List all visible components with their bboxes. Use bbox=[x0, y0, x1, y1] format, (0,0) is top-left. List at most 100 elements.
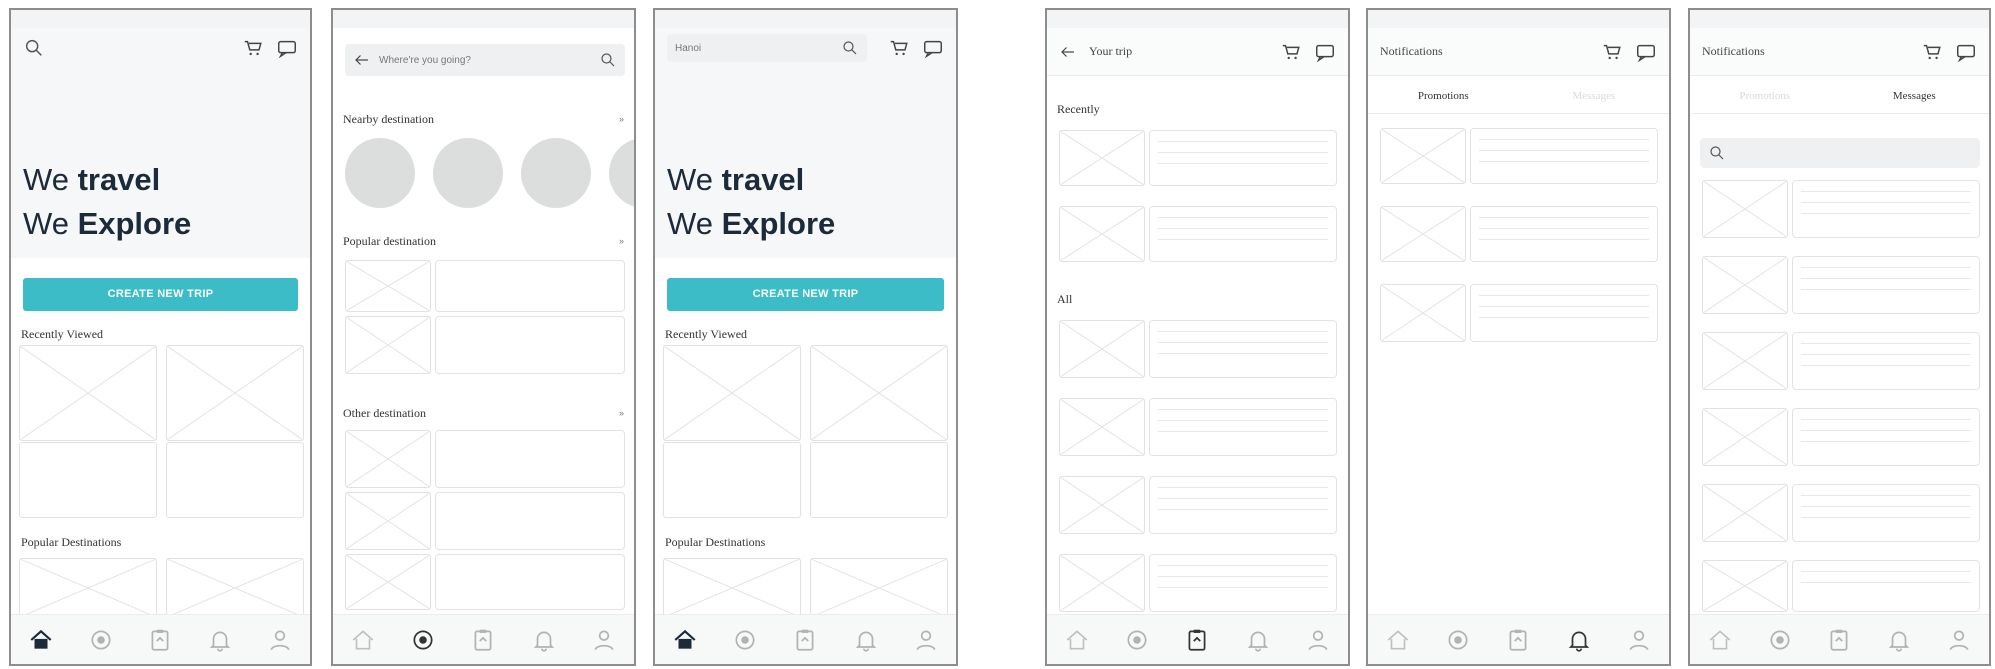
msg-thumb-5[interactable] bbox=[1702, 484, 1788, 542]
other-thumb-1[interactable] bbox=[345, 430, 431, 488]
other-text-3[interactable] bbox=[435, 554, 625, 610]
back-arrow-icon[interactable] bbox=[353, 51, 371, 69]
cart-icon[interactable] bbox=[1280, 41, 1302, 63]
promo-thumb-3[interactable] bbox=[1380, 284, 1466, 342]
home-icon[interactable] bbox=[672, 627, 698, 653]
other-thumb-2[interactable] bbox=[345, 492, 431, 550]
search-input[interactable]: Hanoi bbox=[667, 34, 867, 62]
bell-icon[interactable] bbox=[853, 627, 879, 653]
cart-icon[interactable] bbox=[1601, 41, 1623, 63]
trip-icon[interactable] bbox=[1826, 627, 1852, 653]
msg-thumb-4[interactable] bbox=[1702, 408, 1788, 466]
popular-card-2[interactable] bbox=[810, 558, 948, 618]
explore-icon[interactable] bbox=[1124, 627, 1150, 653]
all-thumb-4[interactable] bbox=[1059, 554, 1145, 612]
chat-icon[interactable] bbox=[276, 37, 298, 59]
explore-icon[interactable] bbox=[88, 627, 114, 653]
trip-icon[interactable] bbox=[792, 627, 818, 653]
bell-icon[interactable] bbox=[1245, 627, 1271, 653]
popular-text-1[interactable] bbox=[435, 260, 625, 312]
home-icon[interactable] bbox=[1707, 627, 1733, 653]
home-icon[interactable] bbox=[350, 627, 376, 653]
create-new-trip-button[interactable]: CREATE NEW TRIP bbox=[667, 278, 944, 311]
home-icon[interactable] bbox=[28, 627, 54, 653]
chat-icon[interactable] bbox=[1314, 41, 1336, 63]
recent-card-1[interactable] bbox=[663, 345, 801, 441]
profile-icon[interactable] bbox=[267, 627, 293, 653]
tab-messages[interactable]: Messages bbox=[1840, 78, 1990, 113]
profile-icon[interactable] bbox=[1946, 627, 1972, 653]
profile-icon[interactable] bbox=[1305, 627, 1331, 653]
recent-card-4[interactable] bbox=[810, 442, 948, 518]
popular-more-link[interactable]: » bbox=[619, 236, 624, 246]
msg-text-4[interactable] bbox=[1792, 408, 1980, 466]
bell-icon[interactable] bbox=[1566, 627, 1592, 653]
recent-card-3[interactable] bbox=[19, 442, 157, 518]
bell-icon[interactable] bbox=[207, 627, 233, 653]
all-text-3[interactable] bbox=[1149, 476, 1337, 534]
search-icon[interactable] bbox=[841, 39, 859, 57]
other-more-link[interactable]: » bbox=[619, 408, 624, 418]
trip-icon[interactable] bbox=[147, 627, 173, 653]
msg-text-3[interactable] bbox=[1792, 332, 1980, 390]
promo-text-1[interactable] bbox=[1470, 128, 1658, 184]
other-text-2[interactable] bbox=[435, 492, 625, 550]
all-thumb-1[interactable] bbox=[1059, 320, 1145, 378]
nearby-more-link[interactable]: » bbox=[619, 114, 624, 124]
msg-thumb-6[interactable] bbox=[1702, 560, 1788, 612]
recent-card-3[interactable] bbox=[663, 442, 801, 518]
recent-card-1[interactable] bbox=[19, 345, 157, 441]
recent-card-2[interactable] bbox=[166, 345, 304, 441]
nearby-circle-3[interactable] bbox=[521, 138, 591, 208]
popular-thumb-1[interactable] bbox=[345, 260, 431, 312]
bell-icon[interactable] bbox=[531, 627, 557, 653]
msg-text-1[interactable] bbox=[1792, 180, 1980, 238]
tab-promotions[interactable]: Promotions bbox=[1368, 78, 1519, 113]
msg-text-5[interactable] bbox=[1792, 484, 1980, 542]
home-icon[interactable] bbox=[1064, 627, 1090, 653]
popular-card-1[interactable] bbox=[19, 558, 157, 618]
explore-icon[interactable] bbox=[732, 627, 758, 653]
cart-icon[interactable] bbox=[242, 37, 264, 59]
messages-search-input[interactable] bbox=[1700, 138, 1980, 168]
home-icon[interactable] bbox=[1385, 627, 1411, 653]
recent-thumb-2[interactable] bbox=[1059, 206, 1145, 262]
bell-icon[interactable] bbox=[1886, 627, 1912, 653]
all-thumb-2[interactable] bbox=[1059, 398, 1145, 456]
popular-card-2[interactable] bbox=[166, 558, 304, 618]
explore-icon[interactable] bbox=[1445, 627, 1471, 653]
trip-icon[interactable] bbox=[470, 627, 496, 653]
other-thumb-3[interactable] bbox=[345, 554, 431, 610]
trip-icon[interactable] bbox=[1184, 627, 1210, 653]
all-thumb-3[interactable] bbox=[1059, 476, 1145, 534]
popular-thumb-2[interactable] bbox=[345, 316, 431, 374]
recent-card-4[interactable] bbox=[166, 442, 304, 518]
promo-text-2[interactable] bbox=[1470, 206, 1658, 262]
nearby-circle-4[interactable] bbox=[609, 138, 634, 208]
msg-thumb-2[interactable] bbox=[1702, 256, 1788, 314]
recent-text-2[interactable] bbox=[1149, 206, 1337, 262]
msg-thumb-1[interactable] bbox=[1702, 180, 1788, 238]
popular-card-1[interactable] bbox=[663, 558, 801, 618]
explore-icon[interactable] bbox=[410, 627, 436, 653]
all-text-4[interactable] bbox=[1149, 554, 1337, 612]
create-new-trip-button[interactable]: CREATE NEW TRIP bbox=[23, 278, 298, 311]
cart-icon[interactable] bbox=[1921, 41, 1943, 63]
promo-text-3[interactable] bbox=[1470, 284, 1658, 342]
msg-thumb-3[interactable] bbox=[1702, 332, 1788, 390]
chat-icon[interactable] bbox=[922, 37, 944, 59]
explore-icon[interactable] bbox=[1767, 627, 1793, 653]
recent-text-1[interactable] bbox=[1149, 130, 1337, 186]
recent-card-2[interactable] bbox=[810, 345, 948, 441]
profile-icon[interactable] bbox=[591, 627, 617, 653]
tab-messages[interactable]: Messages bbox=[1519, 78, 1670, 113]
search-icon[interactable] bbox=[23, 37, 45, 59]
chat-icon[interactable] bbox=[1955, 41, 1977, 63]
chat-icon[interactable] bbox=[1635, 41, 1657, 63]
nearby-circle-2[interactable] bbox=[433, 138, 503, 208]
search-icon[interactable] bbox=[599, 51, 617, 69]
search-input[interactable]: Where're you going? bbox=[345, 44, 625, 76]
other-text-1[interactable] bbox=[435, 430, 625, 488]
search-icon[interactable] bbox=[1708, 144, 1726, 162]
all-text-1[interactable] bbox=[1149, 320, 1337, 378]
